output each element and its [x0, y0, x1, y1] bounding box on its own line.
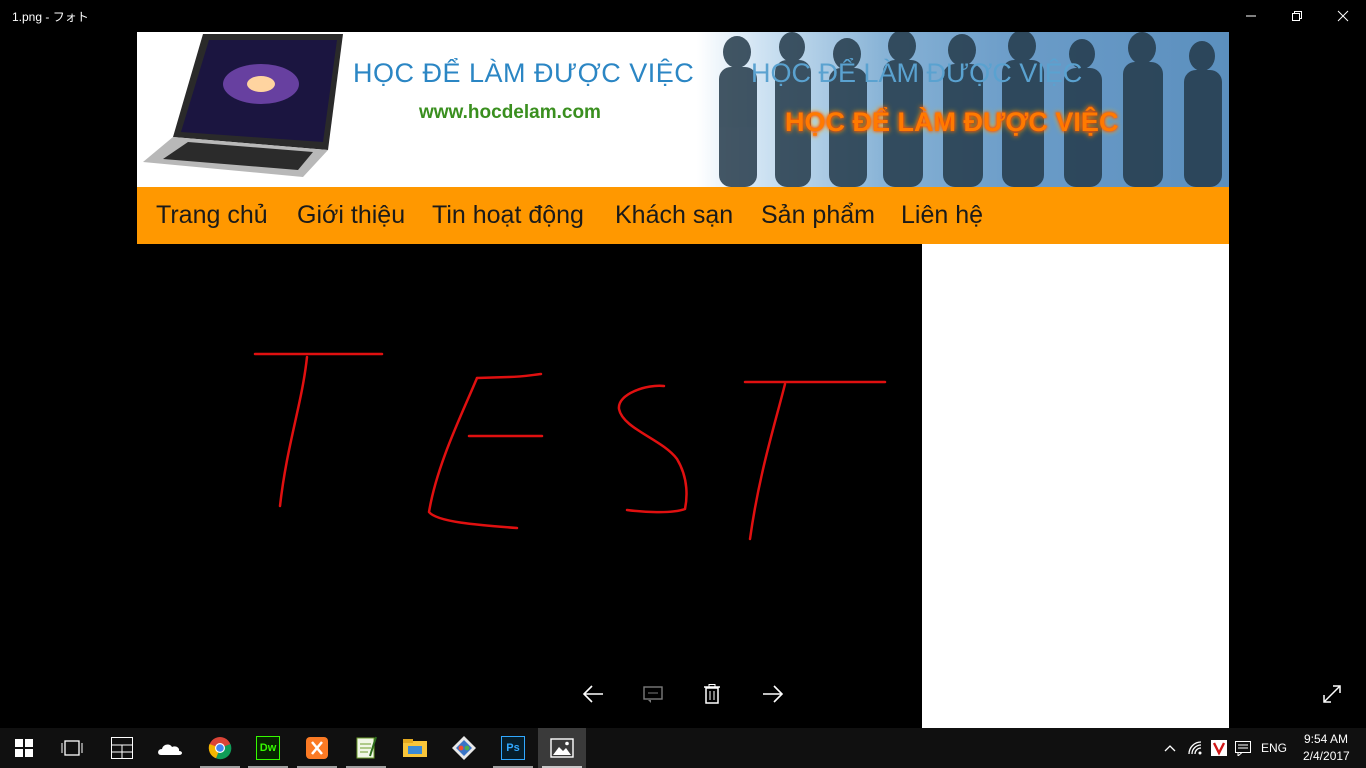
slideshow-icon: [643, 686, 663, 703]
task-view-icon: [61, 740, 83, 756]
close-icon: [1337, 10, 1349, 22]
file-explorer-icon: [403, 739, 427, 757]
close-button[interactable]: [1320, 0, 1366, 32]
taskbar-app-notepad[interactable]: [342, 728, 390, 768]
chrome-icon: [208, 737, 232, 760]
back-arrow-icon: [582, 685, 603, 703]
taskbar-app-xampp[interactable]: [293, 728, 341, 768]
clock-date[interactable]: 2/4/2017: [1303, 749, 1350, 763]
nav-item-home: Trang chủ: [156, 201, 268, 229]
slideshow-button[interactable]: [639, 680, 667, 708]
stroke-e-spine: [427, 376, 519, 530]
dreamweaver-label: Dw: [259, 742, 277, 754]
taskbar-app-calculator[interactable]: [98, 728, 146, 768]
tray-network-button[interactable]: [1184, 728, 1208, 768]
minimize-icon: [1246, 15, 1256, 17]
window-title: 1.png - フォト: [12, 10, 89, 24]
chevron-up-icon: [1164, 745, 1176, 752]
taskbar-app-photoshop[interactable]: Ps: [489, 728, 537, 768]
clock-time[interactable]: 9:54 AM: [1304, 732, 1348, 746]
banner-headline-right: HỌC ĐỂ LÀM ĐƯỢC VIỆC: [751, 58, 1083, 88]
tray-action-center-button[interactable]: [1231, 728, 1255, 768]
stroke-t1-stem: [278, 355, 309, 508]
photoshop-label: Ps: [506, 742, 520, 754]
xampp-icon: [306, 737, 328, 759]
forward-arrow-icon: [763, 685, 784, 703]
fullscreen-button[interactable]: [1318, 680, 1346, 708]
taskbar-app-photos[interactable]: [538, 728, 586, 768]
start-button[interactable]: [0, 728, 48, 768]
delete-button[interactable]: [698, 680, 726, 708]
stroke-t2-stem: [748, 382, 787, 541]
delete-icon: [704, 684, 720, 704]
laptop-image: [143, 34, 343, 177]
tray-vpn-button[interactable]: [1207, 728, 1231, 768]
sidebar-white-panel: [922, 244, 1229, 728]
photo-canvas[interactable]: HỌC ĐỂ LÀM ĐƯỢC VIỆC www.hocdelam.com HỌ…: [137, 32, 1229, 728]
banner-url: www.hocdelam.com: [419, 102, 601, 123]
nav-item-about: Giới thiệu: [297, 201, 406, 229]
task-view-button[interactable]: [48, 728, 96, 768]
website-banner: HỌC ĐỂ LÀM ĐƯỢC VIỆC www.hocdelam.com HỌ…: [137, 32, 1229, 187]
sourcetree-icon: [452, 736, 476, 760]
stroke-s: [617, 384, 688, 514]
nav-item-hotel: Khách sạn: [615, 201, 734, 229]
calculator-icon: [111, 737, 133, 759]
dreamweaver-icon: Dw: [256, 736, 280, 760]
fullscreen-icon: [1323, 685, 1341, 703]
restore-button[interactable]: [1274, 0, 1320, 32]
nav-item-products: Sản phẩm: [761, 201, 875, 229]
v-shield-icon: [1211, 740, 1227, 756]
banner-headline: HỌC ĐỂ LÀM ĐƯỢC VIỆC: [353, 58, 695, 88]
restore-icon: [1292, 11, 1302, 21]
title-bar: 1.png - フォト: [0, 0, 1366, 32]
banner-headline-fire: HỌC ĐỂ LÀM ĐƯỢC VIỆC: [785, 107, 1119, 137]
next-button[interactable]: [759, 680, 787, 708]
onedrive-icon: [158, 744, 182, 755]
windows-start-icon: [15, 739, 33, 757]
taskbar-app-chrome[interactable]: [196, 728, 244, 768]
photos-icon: [550, 738, 574, 758]
nav-item-news: Tin hoạt động: [432, 201, 584, 229]
stroke-e-top: [475, 372, 543, 380]
taskbar-app-file-explorer[interactable]: [391, 728, 439, 768]
taskbar-app-sourcetree[interactable]: [440, 728, 488, 768]
nav-bar: Trang chủ Giới thiệu Tin hoạt động Khách…: [137, 187, 1229, 244]
message-icon: [1235, 740, 1251, 756]
nav-item-contact: Liên hệ: [901, 201, 984, 229]
minimize-button[interactable]: [1228, 0, 1274, 32]
photoshop-icon: Ps: [501, 736, 525, 760]
wifi-icon: [1188, 741, 1202, 755]
taskbar-app-dreamweaver[interactable]: Dw: [244, 728, 292, 768]
taskbar: Dw Ps ENG 9:54 AM 2/4/2017: [0, 728, 1366, 768]
tray-show-hidden-button[interactable]: [1158, 728, 1182, 768]
taskbar-app-onedrive[interactable]: [146, 728, 194, 768]
handwritten-drawing: [253, 352, 887, 541]
notepad-icon: [356, 736, 377, 759]
previous-button[interactable]: [579, 680, 607, 708]
language-indicator[interactable]: ENG: [1261, 741, 1287, 755]
